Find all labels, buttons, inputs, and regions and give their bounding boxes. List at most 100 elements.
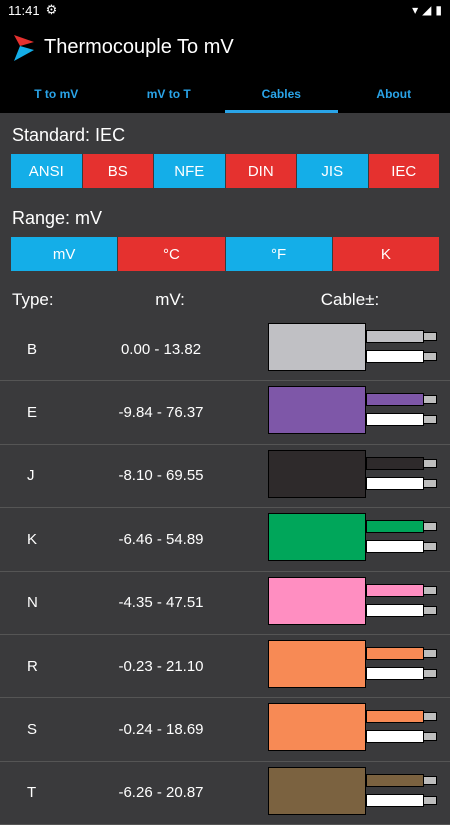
header-type: Type: [0,290,70,310]
settings-gear-icon: ⚙ [46,2,58,18]
cable-sheath [268,450,366,498]
positive-wire [366,520,424,533]
negative-wire-tip [423,352,437,361]
negative-wire-tip [423,479,437,488]
range-kelvin-button[interactable]: K [333,237,439,271]
range-fahrenheit-button[interactable]: °F [226,237,333,271]
cable-illustration [268,386,438,436]
row-mv-range: -9.84 - 76.37 [55,404,267,421]
cable-sheath [268,703,366,751]
cable-illustration [268,513,438,563]
cable-sheath [268,577,366,625]
cable-sheath [268,767,366,815]
row-type: N [0,594,55,611]
standard-ansi-button[interactable]: ANSI [11,154,83,188]
cable-illustration [268,577,438,627]
cable-sheath [268,513,366,561]
negative-wire [366,477,424,490]
battery-icon: ▮ [435,3,442,17]
standard-button-row: ANSI BS NFE DIN JIS IEC [11,154,439,188]
table-row: B0.00 - 13.82 [0,318,450,381]
positive-wire-tip [423,586,437,595]
header-mv: mV: [70,290,270,310]
positive-wire-tip [423,522,437,531]
negative-wire-tip [423,415,437,424]
negative-wire [366,730,424,743]
positive-wire-tip [423,395,437,404]
positive-wire [366,710,424,723]
tab-bar: T to mV mV to T Cables About [0,75,450,113]
negative-wire [366,350,424,363]
cable-sheath [268,323,366,371]
tab-label: T to mV [34,87,78,101]
standard-iec-button[interactable]: IEC [369,154,440,188]
status-time: 11:41 [8,3,40,18]
positive-wire-tip [423,712,437,721]
row-mv-range: -0.24 - 18.69 [55,721,267,738]
table-row: K-6.46 - 54.89 [0,508,450,571]
row-mv-range: -8.10 - 69.55 [55,467,267,484]
row-type: R [0,658,55,675]
negative-wire [366,794,424,807]
negative-wire-tip [423,542,437,551]
tab-cables[interactable]: Cables [225,75,338,113]
tab-mv-to-t[interactable]: mV to T [113,75,226,113]
row-type: B [0,341,55,358]
status-bar: 11:41 ⚙ ▾ ◢ ▮ [0,0,450,20]
table-row: E-9.84 - 76.37 [0,381,450,444]
negative-wire [366,604,424,617]
app-title: Thermocouple To mV [44,36,234,59]
negative-wire-tip [423,796,437,805]
negative-wire-tip [423,732,437,741]
wifi-icon: ▾ [412,3,418,17]
tab-label: mV to T [147,87,191,101]
row-type: T [0,784,55,801]
negative-wire-tip [423,606,437,615]
cable-sheath [268,386,366,434]
positive-wire-tip [423,332,437,341]
table-header: Type: mV: Cable±: [0,285,450,315]
row-mv-range: -4.35 - 47.51 [55,594,267,611]
positive-wire-tip [423,459,437,468]
table-row: R-0.23 - 21.10 [0,635,450,698]
cable-sheath [268,640,366,688]
cable-table: B0.00 - 13.82E-9.84 - 76.37J-8.10 - 69.5… [0,318,450,825]
cable-illustration [268,703,438,753]
range-button-row: mV °C °F K [11,237,439,271]
app-bar: Thermocouple To mV [0,20,450,75]
negative-wire [366,413,424,426]
standard-bs-button[interactable]: BS [83,154,155,188]
cable-illustration [268,640,438,690]
range-label: Range: mV [0,208,450,229]
signal-icon: ◢ [422,3,431,17]
row-type: E [0,404,55,421]
negative-wire-tip [423,669,437,678]
cable-illustration [268,323,438,373]
negative-wire [366,667,424,680]
header-cable: Cable±: [270,290,450,310]
row-type: J [0,467,55,484]
range-mv-button[interactable]: mV [11,237,118,271]
table-row: N-4.35 - 47.51 [0,572,450,635]
standard-jis-button[interactable]: JIS [297,154,369,188]
cable-illustration [268,767,438,817]
positive-wire [366,647,424,660]
table-row: S-0.24 - 18.69 [0,698,450,761]
app-logo-icon [12,33,36,63]
range-celsius-button[interactable]: °C [118,237,225,271]
negative-wire [366,540,424,553]
cable-illustration [268,450,438,500]
tab-about[interactable]: About [338,75,450,113]
table-row: T-6.26 - 20.87 [0,762,450,825]
positive-wire [366,393,424,406]
row-mv-range: -0.23 - 21.10 [55,658,267,675]
tab-t-to-mv[interactable]: T to mV [0,75,113,113]
standard-nfe-button[interactable]: NFE [154,154,226,188]
positive-wire [366,330,424,343]
standard-din-button[interactable]: DIN [226,154,298,188]
row-type: S [0,721,55,738]
row-type: K [0,531,55,548]
standard-label: Standard: IEC [0,125,450,146]
positive-wire [366,457,424,470]
positive-wire-tip [423,649,437,658]
